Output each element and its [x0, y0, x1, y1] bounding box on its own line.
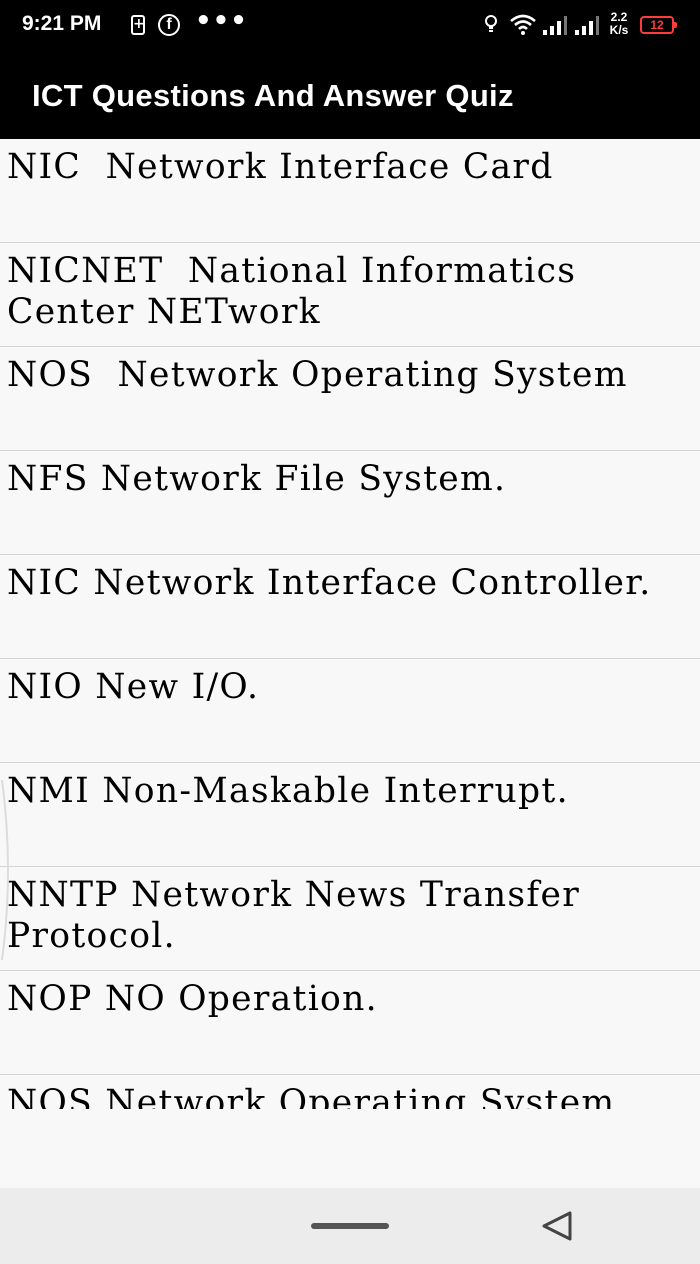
list-item[interactable]: NMI Non-Maskable Interrupt.: [0, 763, 700, 867]
bulb-icon: [485, 15, 497, 32]
acronym-list[interactable]: NIC Network Interface Card NICNET Nation…: [0, 139, 700, 1109]
wifi-icon: [510, 14, 536, 35]
list-item[interactable]: NNTP Network News Transfer Protocol.: [0, 867, 700, 971]
list-item-text: NOS Network Operating System: [7, 1083, 616, 1109]
list-item[interactable]: NIC Network Interface Controller.: [0, 555, 700, 659]
list-item-text: NOP NO Operation.: [7, 979, 378, 1019]
list-item-text: NIO New I/O.: [7, 667, 260, 707]
list-item-text: NIC Network Interface Controller.: [7, 563, 652, 603]
list-item-text: NMI Non-Maskable Interrupt.: [7, 771, 569, 811]
facebook-icon: f: [158, 14, 180, 36]
network-speed: 2.2 K/s: [606, 11, 632, 37]
home-pill-icon[interactable]: [311, 1223, 389, 1229]
signal-icon: [543, 16, 567, 35]
list-item[interactable]: NFS Network File System.: [0, 451, 700, 555]
list-item[interactable]: NOS Network Operating System: [0, 347, 700, 451]
back-icon[interactable]: [540, 1210, 574, 1242]
edge-panel-handle[interactable]: [0, 780, 14, 960]
page-title: ICT Questions And Answer Quiz: [32, 78, 514, 113]
network-speed-unit: K/s: [609, 23, 629, 37]
list-item[interactable]: NIO New I/O.: [0, 659, 700, 763]
status-bar: 9:21 PM + f ••• 2.2 K/s 12: [0, 0, 700, 52]
signal-icon: [575, 16, 599, 35]
status-time: 9:21 PM: [22, 12, 102, 35]
navigation-bar: [0, 1188, 700, 1264]
battery-level: 12: [650, 18, 664, 32]
list-item-text: NOS Network Operating System: [7, 355, 628, 395]
app-bar: ICT Questions And Answer Quiz: [0, 52, 700, 139]
list-item[interactable]: NOP NO Operation.: [0, 971, 700, 1075]
list-item-text: NICNET National Informatics Center NETwo…: [7, 251, 589, 332]
list-item[interactable]: NIC Network Interface Card: [0, 139, 700, 243]
list-item-text: NFS Network File System.: [7, 459, 507, 499]
more-dots-icon: •••: [195, 6, 248, 36]
list-item-text: NIC Network Interface Card: [7, 147, 554, 187]
list-item[interactable]: NOS Network Operating System: [0, 1075, 700, 1109]
battery-saver-icon: +: [131, 15, 145, 35]
battery-icon: 12: [640, 16, 677, 34]
list-item[interactable]: NICNET National Informatics Center NETwo…: [0, 243, 700, 347]
list-item-text: NNTP Network News Transfer Protocol.: [7, 875, 593, 956]
